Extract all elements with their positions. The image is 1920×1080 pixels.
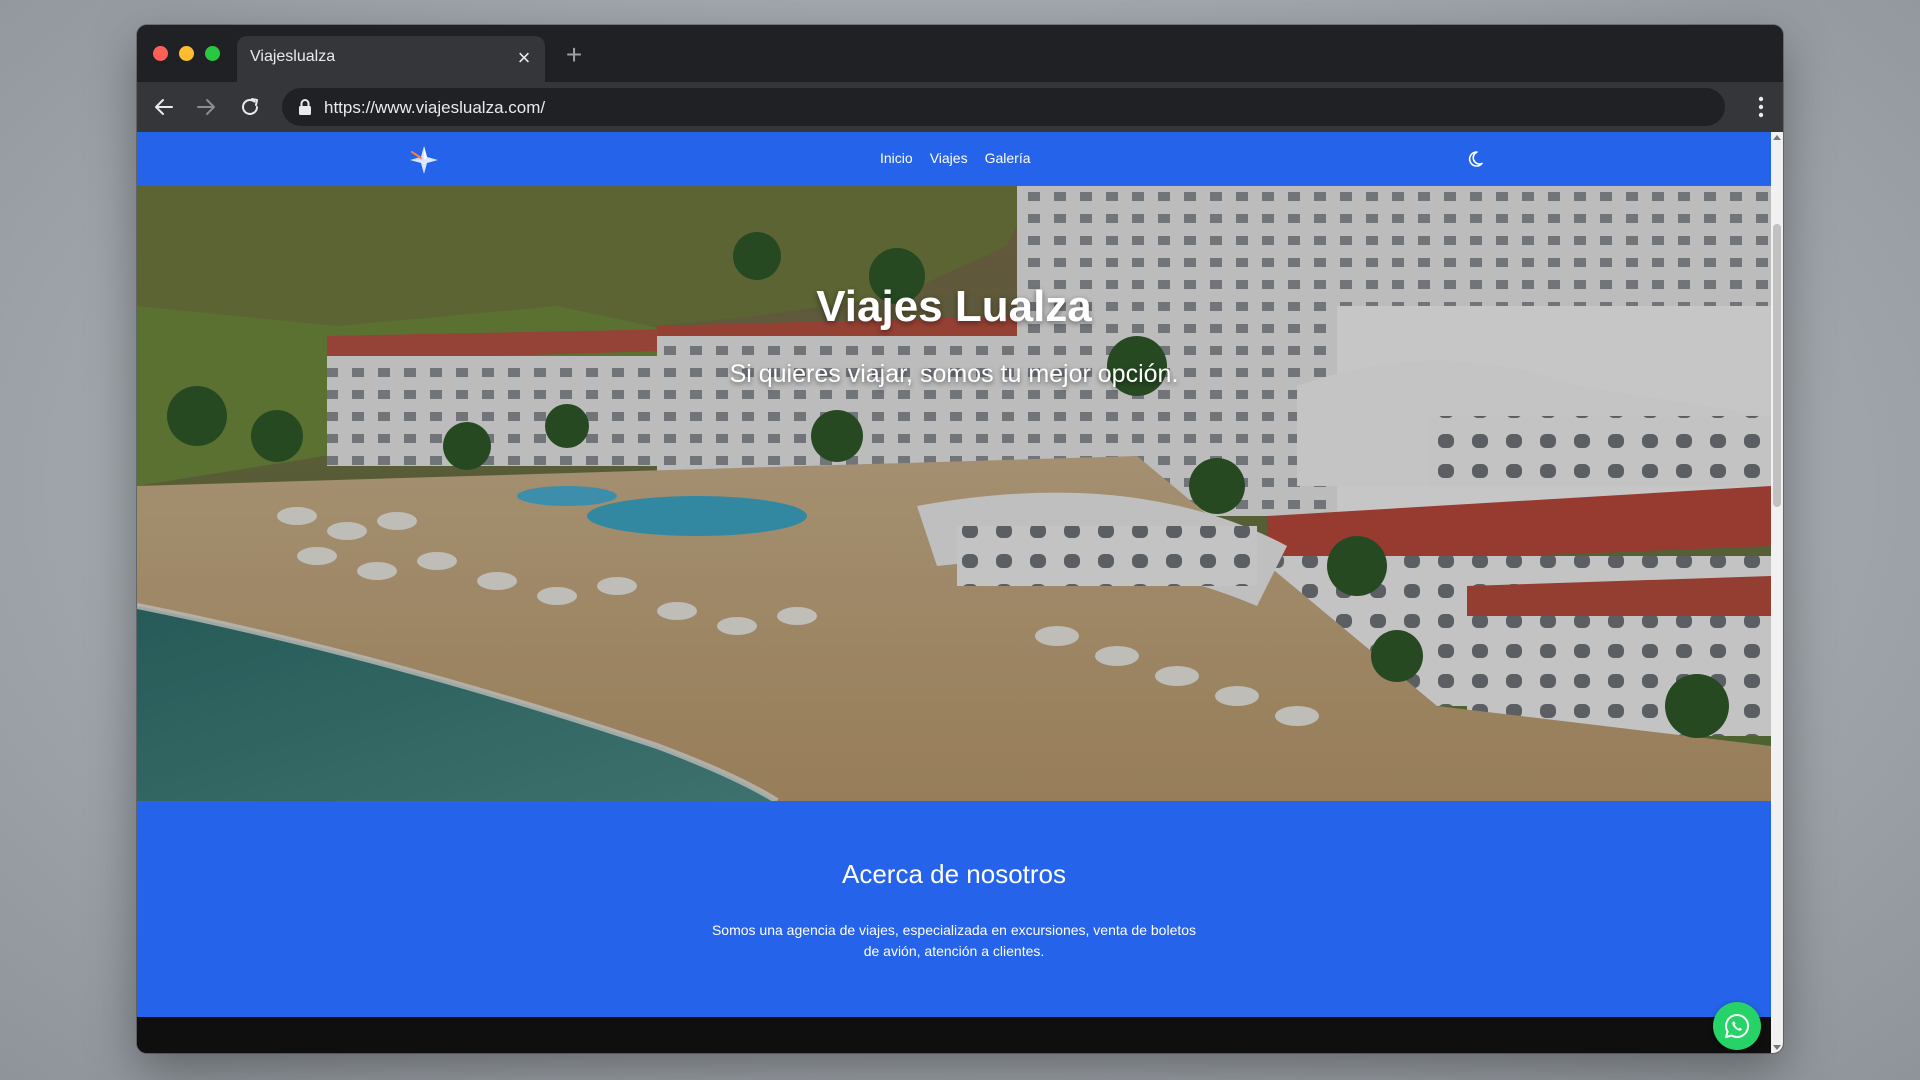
site-navbar: Inicio Viajes Galería bbox=[137, 132, 1771, 186]
hero-overlay bbox=[137, 186, 1771, 801]
close-window-button[interactable] bbox=[153, 46, 168, 61]
star-logo-icon[interactable] bbox=[408, 144, 440, 176]
tab-title: Viajeslualza bbox=[250, 48, 336, 65]
lock-icon[interactable] bbox=[298, 99, 312, 120]
maximize-window-button[interactable] bbox=[205, 46, 220, 61]
back-arrow-icon[interactable] bbox=[151, 94, 177, 120]
whatsapp-icon[interactable] bbox=[1713, 1002, 1761, 1050]
page-scrollbar[interactable] bbox=[1771, 132, 1783, 1053]
scroll-down-arrow-icon[interactable] bbox=[1773, 1045, 1781, 1050]
kebab-menu-icon[interactable] bbox=[1757, 95, 1765, 119]
nav-link-inicio[interactable]: Inicio bbox=[880, 150, 913, 166]
scroll-up-arrow-icon[interactable] bbox=[1773, 135, 1781, 140]
about-section: Acerca de nosotros Somos una agencia de … bbox=[137, 801, 1771, 1017]
address-bar[interactable]: https://www.viajeslualza.com/ bbox=[282, 88, 1725, 126]
hero-section: Viajes Lualza Si quieres viajar, somos t… bbox=[137, 186, 1771, 801]
site-nav-links: Inicio Viajes Galería bbox=[880, 150, 1031, 166]
close-icon[interactable]: × bbox=[513, 47, 535, 69]
url-text: https://www.viajeslualza.com/ bbox=[324, 98, 546, 117]
hero-title: Viajes Lualza bbox=[816, 282, 1092, 331]
browser-tab[interactable]: Viajeslualza × bbox=[237, 36, 545, 82]
minimize-window-button[interactable] bbox=[179, 46, 194, 61]
footer-strip bbox=[137, 1017, 1771, 1053]
nav-link-viajes[interactable]: Viajes bbox=[930, 150, 968, 166]
nav-link-galeria[interactable]: Galería bbox=[985, 150, 1031, 166]
reload-icon[interactable] bbox=[237, 94, 263, 120]
page-viewport: Inicio Viajes Galería Viajes Lualza Si q… bbox=[137, 132, 1771, 1053]
forward-arrow-icon[interactable] bbox=[193, 94, 219, 120]
scrollbar-thumb[interactable] bbox=[1773, 224, 1781, 507]
hero-subtitle: Si quieres viajar, somos tu mejor opción… bbox=[729, 360, 1179, 388]
moon-icon[interactable] bbox=[1468, 149, 1488, 169]
browser-toolbar: https://www.viajeslualza.com/ bbox=[137, 82, 1783, 132]
about-text: Somos una agencia de viajes, especializa… bbox=[711, 922, 1197, 959]
plus-icon[interactable]: + bbox=[560, 41, 588, 69]
about-title: Acerca de nosotros bbox=[841, 859, 1066, 889]
browser-window: Viajeslualza × + https://www.viajeslualz… bbox=[137, 25, 1783, 1053]
tab-bar: Viajeslualza × + bbox=[137, 25, 1783, 82]
